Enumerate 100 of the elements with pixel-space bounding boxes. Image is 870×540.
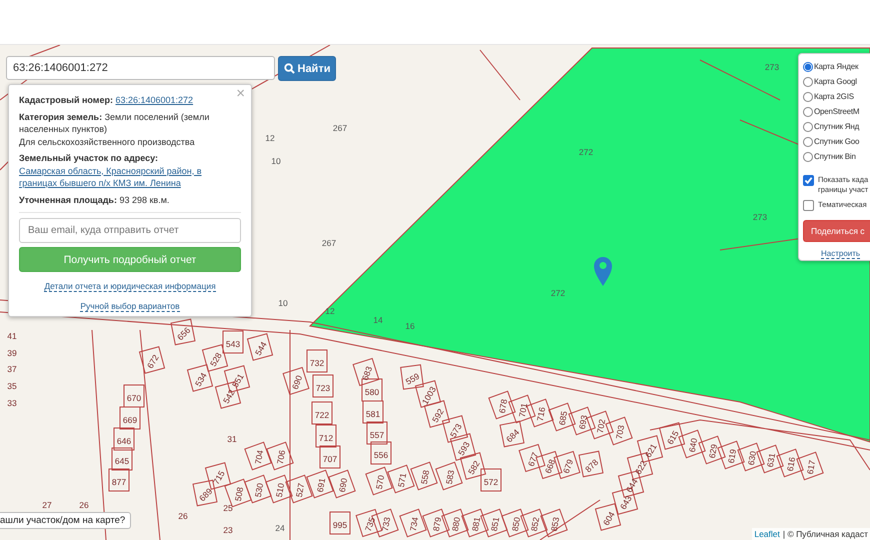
layer-option[interactable]: Спутник Goo — [814, 137, 860, 146]
layer-option[interactable]: Карта Googl — [814, 77, 857, 86]
parcel-number: 604 — [601, 510, 617, 528]
radio-button[interactable] — [803, 92, 813, 102]
parcel-number: 37 — [7, 364, 17, 374]
parcel-number: 41 — [7, 331, 17, 341]
cadastral-number-link[interactable]: 63:26:1406001:272 — [115, 95, 194, 105]
parcel-number: 851 — [488, 516, 502, 532]
parcel-number: 685 — [556, 410, 570, 426]
parcel-number: 621 — [643, 442, 659, 460]
share-button[interactable]: Поделиться с — [803, 220, 870, 242]
parcel-number: 733 — [380, 516, 392, 532]
found-parcel-tab[interactable]: ашли участок/дом на карте? — [0, 512, 132, 529]
parcel-number: 622 — [633, 458, 649, 476]
parcel-number: 701 — [516, 402, 530, 418]
parcel-number: 582 — [466, 458, 482, 476]
search-field[interactable]: 63:26:1406001:272 — [6, 56, 275, 80]
parcel-number: 852 — [528, 516, 542, 532]
parcel-number: 881 — [470, 516, 482, 532]
parcel-number: 272 — [578, 147, 594, 157]
parcel-number: 534 — [193, 370, 209, 388]
parcel-number: 267 — [332, 123, 348, 133]
parcel-number: 572 — [484, 477, 498, 487]
radio-button[interactable] — [803, 76, 813, 86]
radio-button[interactable] — [803, 106, 813, 116]
parcel-number: 592 — [430, 406, 446, 424]
parcel-number: 672 — [145, 352, 161, 370]
parcel-number: 615 — [665, 428, 681, 446]
address-link[interactable]: Самарская область, Красноярский район, в границах бывшего п/х КМЗ им. Ленина — [19, 164, 241, 190]
parcel-number: 690 — [336, 477, 350, 494]
parcel-number: 580 — [364, 387, 380, 397]
details-link[interactable]: Ручной выбор вариантов — [80, 301, 180, 312]
parcel-number: 272 — [550, 288, 566, 298]
layer-option[interactable]: OpenStreetM — [814, 107, 860, 116]
leaflet-link[interactable]: Leaflet — [754, 529, 780, 539]
parcel-number: 629 — [706, 443, 720, 460]
radio-button[interactable] — [803, 122, 813, 132]
parcel-number: 27 — [42, 500, 52, 510]
parcel-number: 631 — [764, 452, 778, 468]
parcel-number: 273 — [752, 212, 768, 222]
parcel-number: 669 — [122, 415, 138, 425]
radio-button[interactable] — [803, 62, 813, 72]
parcel-number: 571 — [396, 472, 408, 488]
layer-option[interactable]: Спутник Янд — [814, 122, 860, 131]
checkbox[interactable] — [803, 175, 814, 186]
parcel-number: 691 — [314, 477, 328, 494]
search-icon — [284, 63, 294, 74]
parcel-number: 646 — [116, 436, 132, 446]
parcel-number: 25 — [223, 503, 233, 513]
parcel-number: 853 — [548, 516, 562, 532]
parcel-number: 619 — [726, 448, 738, 464]
parcel-number: 645 — [114, 456, 130, 466]
parcel-number: 583 — [444, 469, 456, 486]
checkmark-icon — [804, 176, 813, 185]
parcel-number: 593 — [456, 440, 472, 458]
parcel-number: 879 — [430, 516, 444, 532]
parcel-number: 10 — [271, 156, 281, 166]
parcel-number: 14 — [373, 315, 383, 325]
parcel-number: 679 — [560, 458, 576, 475]
parcel-number: 880 — [450, 516, 462, 532]
parcel-number: 640 — [686, 437, 700, 454]
parcel-number: 24 — [275, 523, 285, 533]
radio-button[interactable] — [803, 152, 813, 162]
parcel-number: 23 — [223, 525, 233, 535]
parcel-number: 734 — [408, 516, 420, 532]
checkbox[interactable] — [803, 200, 814, 211]
parcel-number: 26 — [79, 500, 89, 510]
parcel-number: 528 — [208, 350, 224, 368]
parcel-number: 878 — [583, 457, 600, 474]
parcel-number: 732 — [310, 358, 324, 368]
parcel-number: 706 — [274, 449, 288, 466]
attribution-text: | © Публичная кадаст — [782, 529, 868, 539]
parcel-number: 678 — [496, 398, 510, 414]
parcel-number: 551 — [230, 372, 246, 390]
settings-link[interactable]: Настроить — [821, 249, 860, 259]
parcel-number: 683 — [360, 364, 374, 382]
parcel-number: 722 — [314, 410, 330, 420]
parcel-number: 668 — [542, 458, 558, 475]
map-marker-icon[interactable] — [594, 257, 612, 286]
parcel-number: 510 — [274, 482, 286, 498]
parcel-number: 689 — [197, 486, 214, 504]
parcel-number: 616 — [784, 456, 798, 472]
layer-option[interactable]: Карта 2GIS — [814, 92, 854, 101]
parcel-number: 16 — [405, 321, 415, 331]
radio-button[interactable] — [803, 136, 813, 146]
parcel-number: 703 — [614, 424, 626, 440]
parcel-number: 273 — [764, 62, 780, 72]
parcel-number: 716 — [534, 406, 548, 422]
email-field[interactable]: Ваш email, куда отправить отчет — [19, 218, 241, 243]
search-button[interactable]: Найти — [278, 56, 336, 81]
parcel-number: 544 — [253, 340, 269, 358]
parcel-number: 644 — [624, 476, 640, 494]
parcel-number: 573 — [448, 422, 464, 440]
layer-option[interactable]: Спутник Bin — [814, 152, 856, 161]
details-link[interactable]: Детали отчета и юридическая информация — [44, 281, 216, 292]
address-text: Земельный участок по адресу: Самарская область, Красноярский район, в границах бывшего п/х КМЗ им. Ленина — [19, 152, 241, 190]
parcel-number: 677 — [526, 450, 540, 468]
layer-option[interactable]: Карта Яндек — [814, 62, 858, 71]
area-text: Уточненная площадь: 93 298 кв.м. — [19, 194, 170, 206]
parcel-number: 850 — [510, 516, 522, 532]
